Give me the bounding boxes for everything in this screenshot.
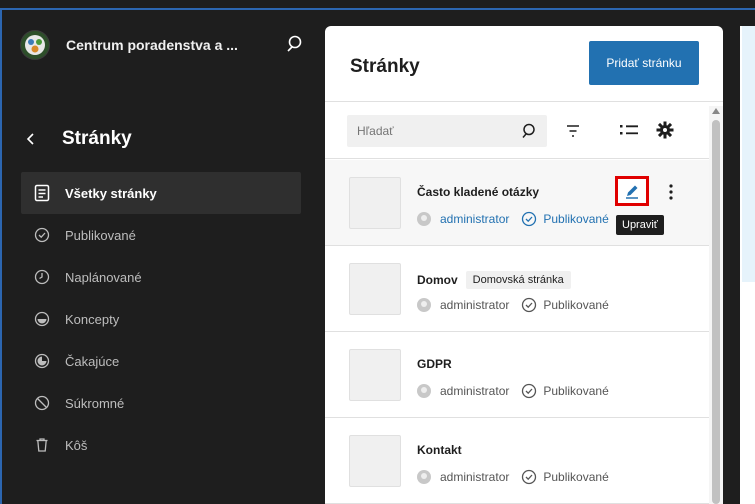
status-badge: Domovská stránka <box>465 271 571 289</box>
more-options-icon[interactable] <box>667 182 675 202</box>
pending-icon <box>33 352 51 370</box>
author-name: administrator <box>440 212 510 226</box>
sidebar-item-label: Naplánované <box>65 269 142 285</box>
avatar <box>417 384 431 398</box>
status-text: Publikované <box>543 298 609 312</box>
search-input[interactable] <box>357 123 507 139</box>
sidebar-item-label: Všetky stránky <box>65 185 157 201</box>
site-header[interactable]: Centrum poradenstva a ... <box>20 28 238 62</box>
page-meta: administrator Publikované <box>417 383 609 399</box>
sidebar-section-title: Stránky <box>62 128 132 149</box>
sidebar-nav: Všetky stránky Publikované Naplánované K… <box>21 172 301 466</box>
avatar <box>417 298 431 312</box>
list-view-icon[interactable] <box>619 122 639 138</box>
sidebar-item-published[interactable]: Publikované <box>21 214 301 256</box>
author-name: administrator <box>440 384 510 398</box>
sidebar-item-label: Súkromné <box>65 395 125 411</box>
page-meta: administrator Publikované <box>417 211 609 227</box>
page-name[interactable]: GDPR <box>417 357 452 371</box>
sidebar-item-label: Kôš <box>65 437 88 453</box>
sidebar-item-label: Koncepty <box>65 311 120 327</box>
page-title: Stránky <box>350 56 420 77</box>
published-icon <box>522 211 537 227</box>
pencil-icon[interactable] <box>624 183 640 199</box>
sidebar: Centrum poradenstva a ... Stránky Všetky… <box>2 10 318 504</box>
trash-icon <box>33 436 51 454</box>
search-icon[interactable] <box>286 34 306 54</box>
tooltip: Upraviť <box>616 215 664 235</box>
published-icon <box>522 469 537 485</box>
sidebar-item-label: Publikované <box>65 227 136 243</box>
pages-icon <box>33 184 51 202</box>
gear-icon[interactable] <box>656 121 674 139</box>
page-name[interactable]: Domov <box>417 273 458 287</box>
list-item[interactable]: Kontakt administrator Publikované <box>325 418 709 504</box>
scrollbar[interactable] <box>709 106 723 504</box>
sidebar-item-scheduled[interactable]: Naplánované <box>21 256 301 298</box>
search-icon[interactable] <box>521 122 539 140</box>
add-page-button[interactable]: Pridať stránku <box>589 41 699 85</box>
sidebar-item-trash[interactable]: Kôš <box>21 424 301 466</box>
page-thumbnail <box>349 177 401 229</box>
sidebar-item-label: Čakajúce <box>65 353 120 369</box>
page-name[interactable]: Často kladené otázky <box>417 185 539 199</box>
scrollbar-thumb[interactable] <box>712 120 720 504</box>
list-item[interactable]: Často kladené otázky administrator Publi… <box>325 160 709 246</box>
page-title-cell[interactable]: GDPR <box>417 357 452 371</box>
status-text: Publikované <box>543 470 609 484</box>
preview-content <box>742 26 755 282</box>
list-toolbar <box>325 103 723 159</box>
page-thumbnail <box>349 435 401 487</box>
page-thumbnail <box>349 263 401 315</box>
sidebar-item-drafts[interactable]: Koncepty <box>21 298 301 340</box>
author-name: administrator <box>440 470 510 484</box>
app-window: Centrum poradenstva a ... Stránky Všetky… <box>0 0 755 504</box>
draft-icon <box>33 310 51 328</box>
author-name: administrator <box>440 298 510 312</box>
avatar <box>417 212 431 226</box>
page-thumbnail <box>349 349 401 401</box>
status-text: Publikované <box>543 384 609 398</box>
list-item[interactable]: GDPR administrator Publikované <box>325 332 709 418</box>
status-text: Publikované <box>543 212 609 226</box>
page-title-cell[interactable]: Často kladené otázky <box>417 185 539 199</box>
panel-header: Stránky Pridať stránku <box>325 26 723 102</box>
pages-panel: Stránky Pridať stránku Hľadať Často klad… <box>325 26 723 504</box>
filter-icon[interactable] <box>565 123 581 139</box>
sidebar-item-all-pages[interactable]: Všetky stránky <box>21 172 301 214</box>
page-title-cell[interactable]: Domov Domovská stránka <box>417 271 571 289</box>
chevron-left-icon[interactable] <box>26 129 42 149</box>
sidebar-section-header: Stránky <box>26 128 132 150</box>
edit-button[interactable] <box>615 176 649 206</box>
sidebar-item-pending[interactable]: Čakajúce <box>21 340 301 382</box>
page-meta: administrator Publikované <box>417 297 609 313</box>
page-meta: administrator Publikované <box>417 469 609 485</box>
sidebar-item-private[interactable]: Súkromné <box>21 382 301 424</box>
list-item[interactable]: Domov Domovská stránka administrator Pub… <box>325 246 709 332</box>
search-field[interactable] <box>347 115 547 147</box>
avatar <box>417 470 431 484</box>
private-icon <box>33 394 51 412</box>
published-icon <box>33 226 51 244</box>
preview-panel <box>740 26 755 504</box>
site-logo-icon[interactable] <box>20 30 50 60</box>
page-name[interactable]: Kontakt <box>417 443 462 457</box>
published-icon <box>522 383 537 399</box>
scroll-up-icon[interactable] <box>711 106 721 116</box>
scheduled-icon <box>33 268 51 286</box>
published-icon <box>522 297 537 313</box>
site-name[interactable]: Centrum poradenstva a ... <box>66 37 238 53</box>
page-title-cell[interactable]: Kontakt <box>417 443 462 457</box>
pages-list: Často kladené otázky administrator Publi… <box>325 160 709 504</box>
